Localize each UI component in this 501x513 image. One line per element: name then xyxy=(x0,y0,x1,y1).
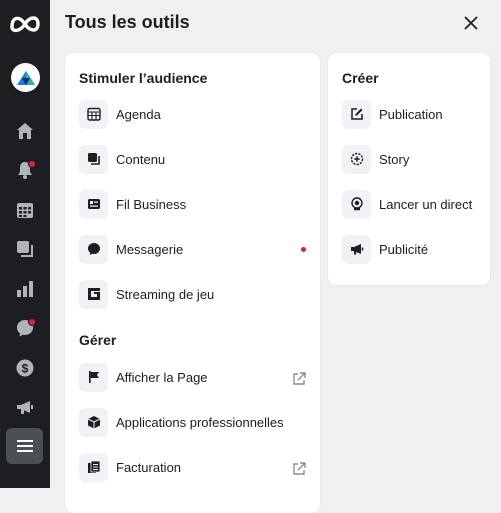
all-tools-menu-icon[interactable] xyxy=(6,428,43,464)
tool-item-afficher-page[interactable]: Afficher la Page xyxy=(79,362,208,392)
tool-item-messagerie[interactable]: Messagerie xyxy=(79,234,183,264)
create-item-live[interactable]: Lancer un direct xyxy=(342,189,472,219)
home-icon[interactable] xyxy=(0,116,50,146)
compose-icon xyxy=(342,99,371,129)
external-link-icon xyxy=(291,371,307,387)
svg-text:$: $ xyxy=(22,362,29,376)
billing-icon xyxy=(79,452,108,482)
meta-logo-icon[interactable] xyxy=(8,10,42,38)
section-title-boost: Stimuler l’audience xyxy=(79,70,208,86)
planner-icon[interactable] xyxy=(0,195,50,225)
page-avatar[interactable] xyxy=(11,63,40,92)
insights-icon[interactable] xyxy=(0,274,50,304)
tool-item-applications[interactable]: Applications professionnelles xyxy=(79,407,284,437)
tool-item-fil-business[interactable]: Fil Business xyxy=(79,189,186,219)
tool-item-label: Afficher la Page xyxy=(116,369,208,385)
create-item-publicite[interactable]: Publicité xyxy=(342,234,428,264)
tool-item-contenu[interactable]: Contenu xyxy=(79,144,165,174)
business-feed-icon xyxy=(79,189,108,219)
content-icon[interactable] xyxy=(0,234,50,264)
section-title-manage: Gérer xyxy=(79,332,117,348)
tools-card-left: Stimuler l’audience Agenda Contenu Fil B… xyxy=(65,53,320,513)
left-rail: $ xyxy=(0,0,50,488)
inbox-notification-dot xyxy=(28,318,36,326)
create-item-label: Publicité xyxy=(379,241,429,257)
create-item-story[interactable]: Story xyxy=(342,144,409,174)
box-icon xyxy=(79,407,108,437)
avatar-triangle-icon xyxy=(16,70,35,85)
create-item-label: Story xyxy=(379,151,410,167)
live-icon xyxy=(342,189,371,219)
messagerie-unread-dot xyxy=(301,247,306,252)
inbox-icon[interactable] xyxy=(0,313,50,343)
page-title: Tous les outils xyxy=(65,12,190,32)
tool-item-label: Contenu xyxy=(116,151,166,167)
content-icon xyxy=(79,144,108,174)
create-item-label: Lancer un direct xyxy=(379,196,473,212)
tools-card-create: Créer Publication Story Lancer un direct… xyxy=(328,53,490,285)
tool-item-label: Applications professionnelles xyxy=(116,414,284,430)
calendar-icon xyxy=(79,99,108,129)
close-icon[interactable] xyxy=(460,12,482,34)
create-item-label: Publication xyxy=(379,106,443,122)
tool-item-label: Agenda xyxy=(116,106,161,122)
tool-item-facturation[interactable]: Facturation xyxy=(79,452,181,482)
notification-dot xyxy=(28,160,36,168)
messenger-icon xyxy=(79,234,108,264)
external-link-icon xyxy=(291,461,307,477)
section-title-create: Créer xyxy=(342,70,379,86)
tool-item-streaming[interactable]: Streaming de jeu xyxy=(79,279,214,309)
gaming-icon xyxy=(79,279,108,309)
story-icon xyxy=(342,144,371,174)
tool-item-label: Messagerie xyxy=(116,241,184,257)
monetization-icon[interactable]: $ xyxy=(0,353,50,383)
tool-item-label: Facturation xyxy=(116,459,182,475)
megaphone-icon xyxy=(342,234,371,264)
ads-icon[interactable] xyxy=(0,392,50,422)
notifications-icon[interactable] xyxy=(0,155,50,185)
flag-icon xyxy=(79,362,108,392)
tool-item-label: Streaming de jeu xyxy=(116,286,215,302)
tool-item-agenda[interactable]: Agenda xyxy=(79,99,161,129)
tool-item-label: Fil Business xyxy=(116,196,187,212)
create-item-publication[interactable]: Publication xyxy=(342,99,443,129)
